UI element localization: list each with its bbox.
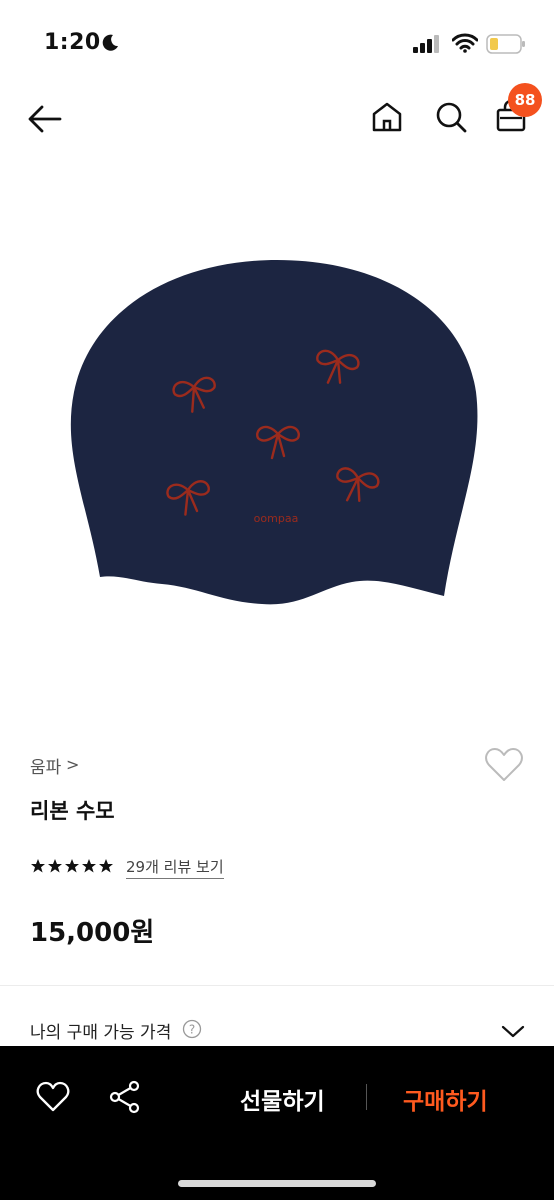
star-icon xyxy=(82,859,96,873)
chevron-down-icon[interactable] xyxy=(500,1020,526,1042)
help-icon[interactable]: ? xyxy=(182,1019,202,1039)
share-icon[interactable] xyxy=(108,1080,142,1114)
product-image[interactable]: oompaa xyxy=(62,252,492,612)
search-icon[interactable] xyxy=(434,100,468,134)
button-divider xyxy=(366,1084,367,1110)
rating-stars xyxy=(30,858,114,876)
moon-icon xyxy=(102,34,118,51)
status-bar: 1:20 xyxy=(0,0,554,80)
help-symbol: ? xyxy=(189,1023,195,1037)
section-divider xyxy=(0,985,554,986)
battery-icon xyxy=(486,34,525,54)
reviews-link[interactable]: 29개 리뷰 보기 xyxy=(126,856,224,879)
brand-link[interactable]: 움파 xyxy=(30,753,61,778)
brand-chevron-icon[interactable]: > xyxy=(66,755,79,774)
buy-button[interactable]: 구매하기 xyxy=(403,1082,488,1116)
status-time: 1:20 xyxy=(44,30,101,55)
gift-button[interactable]: 선물하기 xyxy=(240,1082,325,1116)
home-icon[interactable] xyxy=(370,100,404,134)
product-price: 15,000원 xyxy=(30,918,155,948)
cart-count-badge: 88 xyxy=(508,83,542,117)
available-price-label[interactable]: 나의 구매 가능 가격 xyxy=(30,1018,171,1043)
star-icon xyxy=(48,859,62,873)
cap-logo: oompaa xyxy=(254,512,299,525)
star-icon xyxy=(65,859,79,873)
signal-icon xyxy=(413,35,439,53)
back-arrow-icon[interactable] xyxy=(26,100,64,138)
wifi-icon xyxy=(452,33,478,53)
home-indicator[interactable] xyxy=(178,1180,376,1187)
favorite-heart-icon[interactable] xyxy=(484,746,524,784)
star-icon xyxy=(31,859,45,873)
product-title: 리본 수모 xyxy=(30,799,115,823)
wishlist-heart-icon[interactable] xyxy=(36,1080,70,1114)
star-icon xyxy=(99,859,113,873)
bottom-action-bar xyxy=(0,1046,554,1200)
